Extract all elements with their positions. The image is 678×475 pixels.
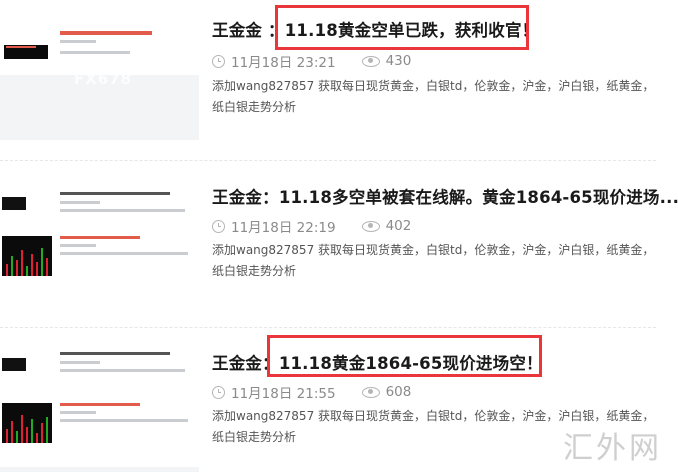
article-title-author: 王金金： <box>212 188 279 207</box>
article-date: 11月18日 22:19 <box>231 220 336 236</box>
clock-icon <box>212 385 225 399</box>
article-date: 11月18日 23:21 <box>231 55 336 71</box>
article-thumbnail[interactable] <box>0 188 199 306</box>
article-thumbnail[interactable] <box>0 347 199 472</box>
article-title[interactable]: 王金金：11.18多空单被套在线解。黄金1864-65现价进场... <box>212 184 678 208</box>
article-date: 11月18日 21:55 <box>231 386 336 402</box>
article-description: 添加wang827857 获取每日现货黄金，白银td，伦敦金，沪金，沪白银，纸黄… <box>212 79 655 114</box>
article-views: 402 <box>385 218 412 234</box>
highlight-box <box>275 5 529 50</box>
article-thumbnail[interactable]: FX678 <box>0 0 199 140</box>
clock-icon <box>212 54 225 68</box>
eye-icon <box>361 386 380 398</box>
article-meta: 11月18日 22:19 402 <box>212 216 411 236</box>
article-title-text: 11.18多空单被套在线解。黄金1864-65现价进场... <box>278 188 678 207</box>
article-views: 608 <box>385 384 412 400</box>
thumbnail-watermark: FX678 <box>74 70 133 88</box>
article-description: 添加wang827857 获取每日现货黄金，白银td，伦敦金，沪金，沪白银，纸黄… <box>212 243 655 278</box>
highlight-box <box>267 335 542 377</box>
article-item[interactable]: 王金金：11.18多空单被套在线解。黄金1864-65现价进场... 11月18… <box>0 160 678 325</box>
article-views: 430 <box>385 53 412 69</box>
article-title-author: 王金金 ： <box>212 21 285 40</box>
article-meta: 11月18日 23:21 430 <box>212 51 411 71</box>
site-watermark: 汇外网 <box>563 431 662 466</box>
article-meta: 11月18日 21:55 608 <box>212 382 411 402</box>
eye-icon <box>361 220 380 232</box>
eye-icon <box>361 55 380 67</box>
clock-icon <box>212 219 225 233</box>
